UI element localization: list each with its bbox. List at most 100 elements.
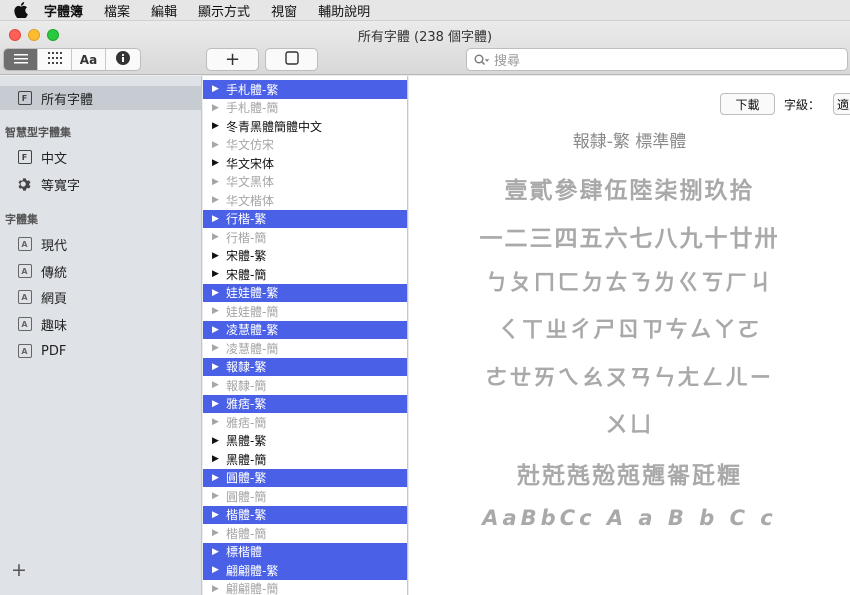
- disclosure-triangle-icon[interactable]: ▶: [212, 362, 222, 372]
- disclosure-triangle-icon[interactable]: ▶: [212, 510, 222, 520]
- font-list-item[interactable]: ▶ 娃娃體-簡: [203, 302, 407, 321]
- disclosure-triangle-icon[interactable]: ▶: [212, 325, 222, 335]
- sidebar-item-modern[interactable]: A 現代: [0, 232, 202, 256]
- font-list-item[interactable]: ▶ 行楷-簡: [203, 228, 407, 247]
- font-list-item[interactable]: ▶ 凌慧體-繁: [203, 320, 407, 339]
- sidebar-item-web[interactable]: A 網頁: [0, 285, 202, 309]
- disclosure-triangle-icon[interactable]: ▶: [212, 103, 222, 113]
- font-list-item[interactable]: ▶ 宋體-簡: [203, 265, 407, 284]
- search-field[interactable]: 搜尋: [466, 48, 848, 71]
- font-list-item[interactable]: ▶ 楷體-簡: [203, 524, 407, 543]
- font-list-item[interactable]: ▶ 翩翩體-繁: [203, 561, 407, 580]
- download-button[interactable]: 下載: [720, 93, 775, 115]
- menu-app[interactable]: 字體簿: [44, 1, 83, 20]
- sidebar-item-monospace[interactable]: 等寬字: [0, 172, 202, 196]
- font-list-item[interactable]: ▶ 楷體-繁: [203, 505, 407, 524]
- sidebar-item-chinese[interactable]: F 中文: [0, 145, 202, 169]
- disclosure-triangle-icon[interactable]: ▶: [212, 232, 222, 242]
- font-list-item[interactable]: ▶ 雅痞-繁: [203, 394, 407, 413]
- size-label: 字級：: [784, 98, 821, 112]
- font-list-item[interactable]: ▶ 手札體-繁: [203, 80, 407, 99]
- disclosure-triangle-icon[interactable]: ▶: [212, 84, 222, 94]
- font-list-item[interactable]: ▶ 標楷體: [203, 542, 407, 561]
- font-family-name: 手札體-簡: [226, 101, 279, 116]
- font-family-name: 報隸-簡: [226, 378, 267, 393]
- font-list-item[interactable]: ▶ 娃娃體-繁: [203, 283, 407, 302]
- sample-view-button[interactable]: Aa: [72, 49, 106, 70]
- disclosure-triangle-icon[interactable]: ▶: [212, 528, 222, 538]
- font-family-name: 华文楷体: [226, 193, 275, 208]
- disclosure-triangle-icon[interactable]: ▶: [212, 380, 222, 390]
- disclosure-triangle-icon[interactable]: ▶: [212, 491, 222, 501]
- menu-window[interactable]: 視窗: [271, 1, 297, 20]
- disclosure-triangle-icon[interactable]: ▶: [212, 288, 222, 298]
- disclosure-triangle-icon[interactable]: ▶: [212, 269, 222, 279]
- menu-edit[interactable]: 編輯: [151, 1, 177, 20]
- font-family-name: 楷體-繁: [226, 508, 267, 523]
- font-list-item[interactable]: ▶ 华文宋体: [203, 154, 407, 173]
- disclosure-triangle-icon[interactable]: ▶: [212, 251, 222, 261]
- disclosure-triangle-icon[interactable]: ▶: [212, 399, 222, 409]
- font-list-item[interactable]: ▶ 黑體-繁: [203, 432, 407, 451]
- info-icon: [116, 51, 130, 68]
- menu-help[interactable]: 輔助說明: [318, 1, 370, 20]
- disclosure-triangle-icon[interactable]: ▶: [212, 140, 222, 150]
- menu-file[interactable]: 檔案: [104, 1, 130, 20]
- sidebar-item-pdf[interactable]: A PDF: [0, 339, 202, 363]
- font-list-item[interactable]: ▶ 報隸-繁: [203, 357, 407, 376]
- apple-icon[interactable]: [14, 2, 30, 18]
- font-list: ▶ 手札體-繁 ▶ 手札體-簡 ▶ 冬青黑體簡體中文 ▶ 华文仿宋 ▶ 华文宋体 ▶ 华文黑体 ▶ 华文楷…: [203, 76, 408, 595]
- font-list-item[interactable]: ▶ 冬青黑體簡體中文: [203, 117, 407, 136]
- font-family-name: 华文宋体: [226, 156, 275, 171]
- font-list-item[interactable]: ▶ 圓體-繁: [203, 468, 407, 487]
- font-list-item[interactable]: ▶ 华文楷体: [203, 191, 407, 210]
- disclosure-triangle-icon[interactable]: ▶: [212, 417, 222, 427]
- font-list-item[interactable]: ▶ 翩翩體-簡: [203, 580, 407, 595]
- menu-view[interactable]: 顯示方式: [198, 1, 250, 20]
- disclosure-triangle-icon[interactable]: ▶: [212, 195, 222, 205]
- font-list-item[interactable]: ▶ 凌慧體-簡: [203, 339, 407, 358]
- font-family-name: 宋體-簡: [226, 267, 267, 282]
- list-view-button[interactable]: [4, 49, 38, 70]
- disclosure-triangle-icon[interactable]: ▶: [212, 436, 222, 446]
- disclosure-triangle-icon[interactable]: ▶: [212, 214, 222, 224]
- disclosure-triangle-icon[interactable]: ▶: [212, 565, 222, 575]
- disclosure-triangle-icon[interactable]: ▶: [212, 158, 222, 168]
- disclosure-triangle-icon[interactable]: ▶: [212, 306, 222, 316]
- disclosure-triangle-icon[interactable]: ▶: [212, 584, 222, 594]
- disclosure-triangle-icon[interactable]: ▶: [212, 121, 222, 131]
- smart-collections-heading: 智慧型字體集: [5, 126, 71, 139]
- font-list-item[interactable]: ▶ 行楷-繁: [203, 209, 407, 228]
- font-list-item[interactable]: ▶ 黑體-簡: [203, 450, 407, 469]
- sidebar-item-label: PDF: [41, 343, 67, 359]
- size-select[interactable]: 適: [833, 93, 850, 115]
- sidebar-item-label: 所有字體: [41, 92, 94, 108]
- menubar: 字體簿 檔案 編輯 顯示方式 視窗 輔助說明: [0, 0, 850, 21]
- font-list-item[interactable]: ▶ 雅痞-簡: [203, 413, 407, 432]
- font-family-name: 凌慧體-簡: [226, 341, 279, 356]
- sidebar-item-fun[interactable]: A 趣味: [0, 312, 202, 336]
- font-list-item[interactable]: ▶ 华文黑体: [203, 173, 407, 192]
- font-list-item[interactable]: ▶ 圓體-簡: [203, 487, 407, 506]
- disclosure-triangle-icon[interactable]: ▶: [212, 343, 222, 353]
- font-list-item[interactable]: ▶ 報隸-簡: [203, 376, 407, 395]
- search-icon: [474, 54, 490, 66]
- grid-view-button[interactable]: [38, 49, 72, 70]
- font-list-item[interactable]: ▶ 华文仿宋: [203, 136, 407, 155]
- disclosure-triangle-icon[interactable]: ▶: [212, 177, 222, 187]
- plus-icon: +: [224, 49, 241, 70]
- sidebar-item-all-fonts[interactable]: F 所有字體: [0, 86, 202, 110]
- add-font-button[interactable]: +: [206, 48, 259, 71]
- font-list-item[interactable]: ▶ 手札體-簡: [203, 99, 407, 118]
- disclosure-triangle-icon[interactable]: ▶: [212, 454, 222, 464]
- sidebar-item-traditional[interactable]: A 傳統: [0, 259, 202, 283]
- font-list-item[interactable]: ▶ 宋體-繁: [203, 247, 407, 266]
- disclosure-triangle-icon[interactable]: ▶: [212, 473, 222, 483]
- disclosure-triangle-icon[interactable]: ▶: [212, 547, 222, 557]
- info-view-button[interactable]: [106, 49, 140, 70]
- add-collection-button[interactable]: +: [11, 559, 27, 581]
- preview-line: 壹貳參肆伍陸柒捌玖拾: [504, 177, 755, 204]
- disable-font-button[interactable]: [265, 48, 318, 71]
- font-family-name: 黑體-簡: [226, 452, 267, 467]
- sidebar-item-label: 等寬字: [41, 178, 81, 194]
